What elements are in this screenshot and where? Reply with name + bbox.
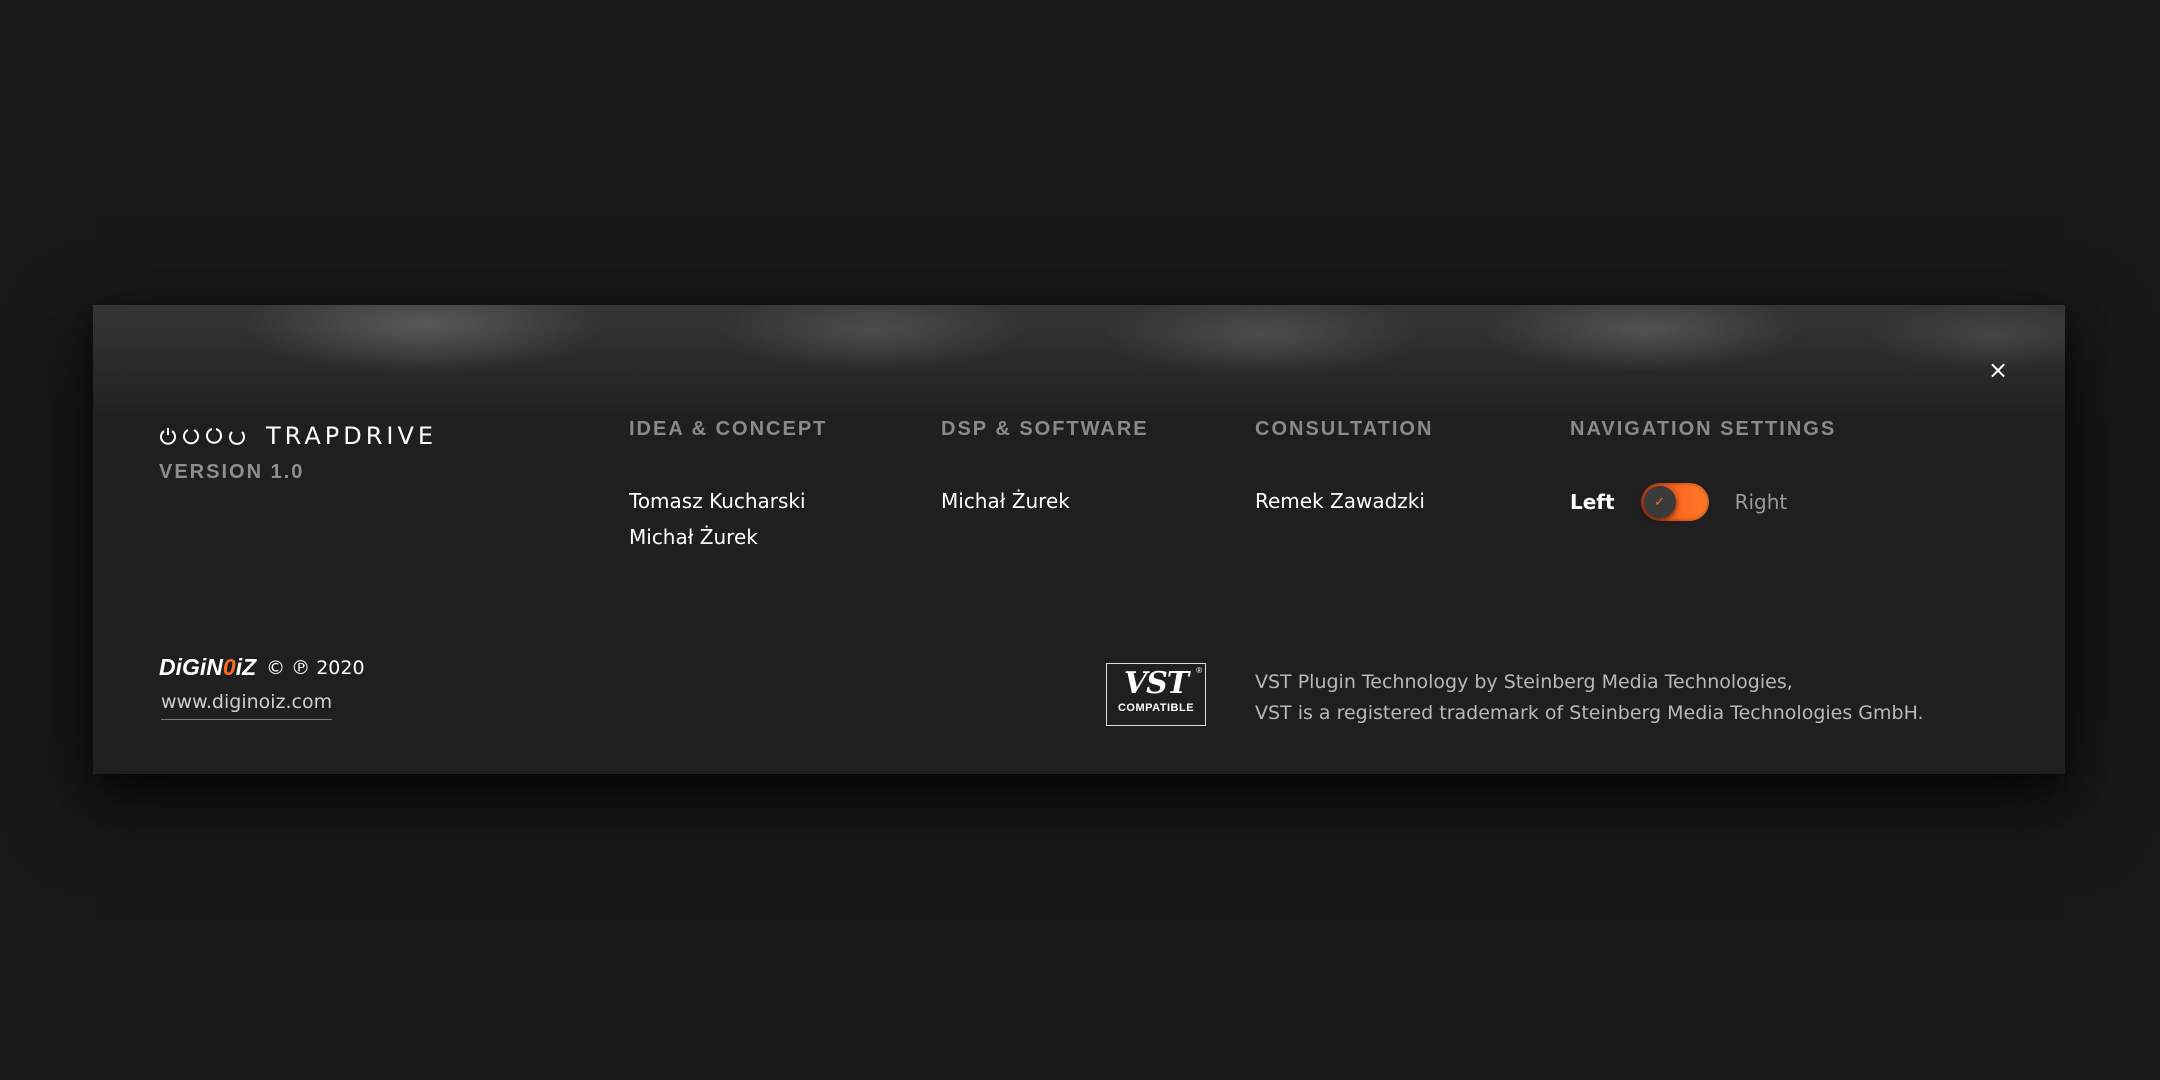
app-background: × TRAPDRIVE VERSION 1.0 IDEA & CONCEPT T… xyxy=(0,0,2160,1080)
vst-notice-line-2: VST is a registered trademark of Steinbe… xyxy=(1255,702,1924,724)
credit-name: Tomasz Kucharski xyxy=(629,489,806,513)
check-icon: ✓ xyxy=(1643,486,1676,518)
about-panel: × TRAPDRIVE VERSION 1.0 IDEA & CONCEPT T… xyxy=(93,305,2065,774)
registered-mark: ® xyxy=(1196,666,1202,675)
panel-top-glow xyxy=(93,305,2065,425)
credit-name: Michał Żurek xyxy=(629,525,758,549)
credit-name: Remek Zawadzki xyxy=(1255,489,1425,513)
website-link[interactable]: www.diginoiz.com xyxy=(161,691,333,720)
vst-logo-text: VST xyxy=(1123,666,1189,701)
navigation-toggle-switch[interactable]: ✓ xyxy=(1640,483,1709,521)
ring-icon xyxy=(183,429,199,445)
close-button[interactable]: × xyxy=(1983,355,2013,385)
vst-trademark-notice: VST Plugin Technology by Steinberg Media… xyxy=(1255,667,1924,729)
vst-compatible-logo: ® VST COMPATIBLE xyxy=(1106,663,1206,726)
copyright-text: © ℗ 2020 xyxy=(266,656,365,679)
flame-icon: 0 xyxy=(222,654,236,680)
power-icon xyxy=(160,428,176,445)
navigation-toggle-group: Left ✓ Right xyxy=(1570,482,1787,522)
vst-compatible-text: COMPATIBLE xyxy=(1117,702,1195,714)
logo-mark-icon xyxy=(159,426,246,446)
navigation-settings-title: NAVIGATION SETTINGS xyxy=(1570,418,1837,440)
product-logo: TRAPDRIVE xyxy=(159,422,437,450)
diginoiz-logo: DiGiN0iZ xyxy=(159,654,257,680)
ring-icon xyxy=(229,431,245,445)
product-name: TRAPDRIVE xyxy=(266,422,438,450)
navigation-left-label[interactable]: Left xyxy=(1570,490,1615,514)
credit-name: Michał Żurek xyxy=(941,489,1070,513)
vst-notice-line-1: VST Plugin Technology by Steinberg Media… xyxy=(1255,671,1793,693)
credits-title-consultation: CONSULTATION xyxy=(1255,418,1434,440)
version-label: VERSION 1.0 xyxy=(159,461,305,483)
navigation-right-label[interactable]: Right xyxy=(1735,490,1788,514)
brand-line: DiGiN0iZ © ℗ 2020 xyxy=(159,654,365,681)
credits-title-idea: IDEA & CONCEPT xyxy=(629,418,828,440)
credits-title-dsp: DSP & SOFTWARE xyxy=(941,418,1149,440)
ring-icon xyxy=(206,428,222,444)
